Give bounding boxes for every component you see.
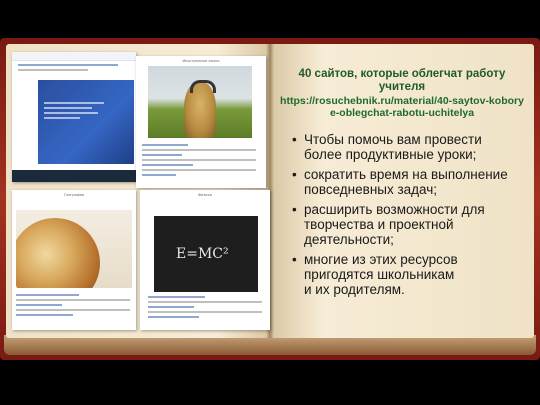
languages-card: Иностранные языки: [136, 56, 266, 188]
website-hero-banner: [38, 80, 134, 164]
bullet-item: многие из этих ресурсов пригодятся школь…: [292, 252, 528, 297]
bullet-item: сократить время на выполнение повседневн…: [292, 167, 528, 197]
bullet-list: Чтобы помочь вам провести более продукти…: [292, 132, 528, 302]
source-link[interactable]: https://rosuchebnik.ru/material/40-sayto…: [278, 95, 526, 119]
bullet-item: Чтобы помочь вам провести более продукти…: [292, 132, 528, 162]
website-screenshot-card: [12, 52, 136, 182]
page-title: 40 сайтов, которые облегчат работу учите…: [298, 68, 506, 93]
website-nav-lines: [18, 64, 118, 74]
bullet-item: расширить возможности для творчества и п…: [292, 202, 528, 247]
website-header: [12, 52, 136, 61]
languages-text-lines: [142, 144, 256, 179]
physics-text-lines: [148, 296, 262, 321]
website-taskbar: [12, 170, 136, 182]
globe-icon: [16, 218, 100, 288]
book-page-edge: [4, 335, 536, 355]
geography-caption: География: [63, 193, 84, 197]
physics-card: Физика E=MC²: [140, 190, 270, 330]
hero-text-lines: [44, 102, 104, 122]
chalkboard-formula: E=MC²: [176, 246, 229, 262]
chalkboard-photo: E=MC²: [154, 216, 258, 292]
physics-caption: Физика: [198, 193, 212, 197]
geography-card: География: [12, 190, 136, 330]
geography-text-lines: [16, 294, 130, 319]
headphones-icon: [190, 80, 216, 93]
globe-photo: [16, 210, 132, 288]
languages-caption: Иностранные языки: [182, 59, 220, 63]
slide: Иностранные языки География Физика E=MC²: [0, 0, 540, 405]
girl-with-headphones-photo: [148, 66, 252, 138]
